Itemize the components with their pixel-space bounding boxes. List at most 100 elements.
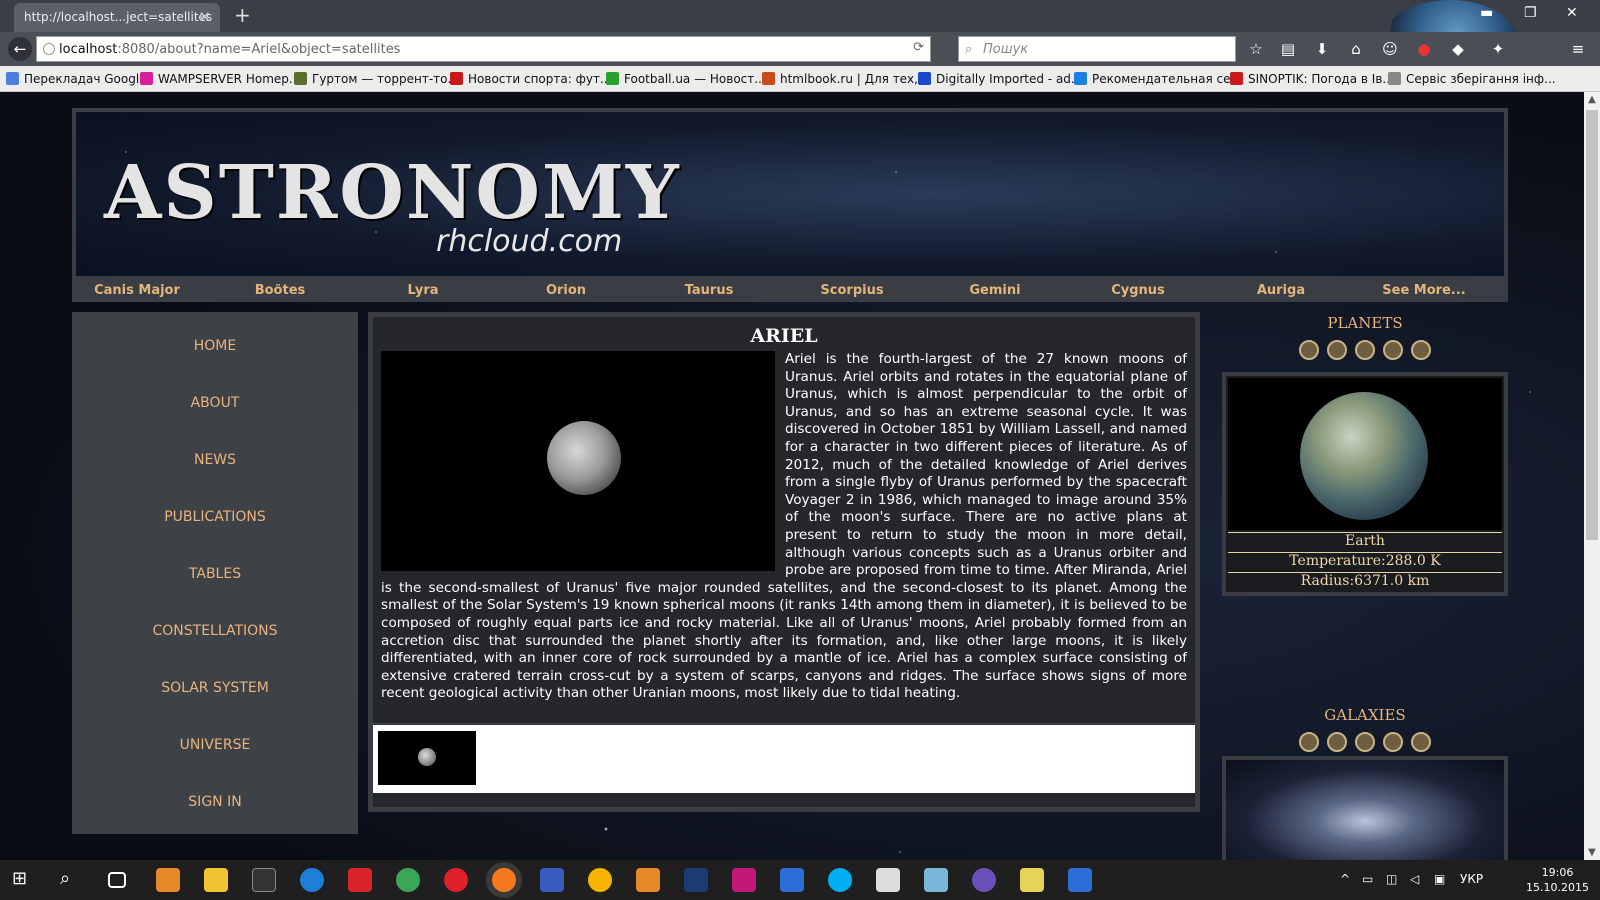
task-view-icon[interactable] [108,872,126,888]
bookmark-item[interactable]: Digitally Imported - ad... [918,72,1082,86]
chat-icon[interactable]: ☺ [1380,39,1400,59]
minimize-icon[interactable]: ▬ [1480,5,1493,21]
back-arrow-icon[interactable]: ← [8,37,32,61]
sidebar-item-publications[interactable]: PUBLICATIONS [72,509,358,525]
scroll-down-icon[interactable]: ▼ [1584,847,1600,858]
notifications-icon[interactable]: ▣ [1434,872,1445,886]
site-header: ASTRONOMY rhcloud.com [72,108,1508,280]
extension-icon[interactable]: ✦ [1488,39,1508,59]
constellation-link[interactable]: Gemini [930,283,1060,298]
bookmark-item[interactable]: Рекомендательная се... [1074,72,1242,86]
slider-dot[interactable] [1327,732,1347,752]
bookmark-item[interactable]: WAMPSERVER Homep... [140,72,300,86]
slider-dot[interactable] [1355,340,1375,360]
close-window-icon[interactable]: ✕ [1566,5,1578,21]
bookmark-item[interactable]: Перекладач Google [6,72,147,86]
ide-icon[interactable] [1068,868,1092,892]
skype-icon[interactable] [828,868,852,892]
maximize-icon[interactable]: ❐ [1524,5,1537,21]
menu-icon[interactable]: ≡ [1568,39,1588,59]
search-input[interactable]: ⌕ Пошук [958,36,1236,62]
slider-dot[interactable] [1299,340,1319,360]
slider-dot[interactable] [1383,732,1403,752]
sidebar-item-about[interactable]: ABOUT [72,395,358,411]
page-scrollbar[interactable]: ▲ ▼ [1584,92,1600,860]
bookmark-favicon-icon [606,72,619,85]
terminal-icon[interactable] [252,868,276,892]
bookmark-favicon-icon [762,72,775,85]
opera-icon[interactable] [444,868,468,892]
clock[interactable]: 19:06 15.10.2015 [1526,865,1589,895]
ide-icon[interactable] [780,868,804,892]
file-explorer-icon[interactable] [204,868,228,892]
site-info-icon[interactable] [43,43,55,55]
bookmark-item[interactable]: htmlbook.ru | Для тех,... [762,72,929,86]
slider-dot[interactable] [1411,732,1431,752]
constellation-link[interactable]: Taurus [644,283,774,298]
browser-nav-bar: ← localhost:8080/about?name=Ariel&object… [0,32,1600,66]
sidebar-item-universe[interactable]: UNIVERSE [72,737,358,753]
constellation-link[interactable]: Boötes [215,283,345,298]
save-app-icon[interactable] [540,868,564,892]
slider-dot[interactable] [1355,732,1375,752]
new-tab-button[interactable]: + [234,3,251,27]
see-more-link[interactable]: See More... [1359,283,1489,298]
vivaldi-icon[interactable] [348,868,372,892]
sidebar-item-news[interactable]: NEWS [72,452,358,468]
app-icon[interactable] [732,868,756,892]
download-icon[interactable]: ⬇ [1312,39,1332,59]
constellation-link[interactable]: Canis Major [72,283,202,298]
close-tab-icon[interactable]: ✕ [198,8,211,26]
sidebar-item-constellations[interactable]: CONSTELLATIONS [72,623,358,639]
bookmark-item[interactable]: SINOPTIK: Погода в Ів... [1230,72,1394,86]
start-icon[interactable]: ⊞ [12,868,36,892]
bookmark-item[interactable]: Новости спорта: фут... [450,72,611,86]
volume-icon[interactable]: ◁ [1410,872,1419,886]
firefox-icon[interactable] [492,868,516,892]
bookmark-item[interactable]: Гуртом — торрент-то... [294,72,459,86]
chrome-icon[interactable] [396,868,420,892]
browser-tab[interactable]: http://localhost...ject=satellites ✕ [14,3,220,32]
slider-dot[interactable] [1299,732,1319,752]
bookmark-item[interactable]: Сервіс зберігання інф... [1388,72,1556,86]
adblock-icon[interactable]: ● [1414,39,1434,59]
scroll-up-icon[interactable]: ▲ [1584,94,1600,105]
tray-arrow-icon[interactable]: ^ [1340,872,1350,886]
constellation-link[interactable]: Orion [501,283,631,298]
calculator-icon[interactable] [876,868,900,892]
thumbnail-image[interactable] [378,731,476,785]
photoshop-icon[interactable] [684,868,708,892]
search-taskbar-icon[interactable]: ⌕ [60,868,84,892]
constellation-link[interactable]: Scorpius [787,283,917,298]
scrollbar-thumb[interactable] [1586,110,1598,540]
app-icon[interactable] [1020,868,1044,892]
constellation-link[interactable]: Cygnus [1073,283,1203,298]
constellation-link[interactable]: Lyra [358,283,488,298]
slider-dot[interactable] [1411,340,1431,360]
network-icon[interactable]: ◫ [1386,872,1397,886]
app-icon[interactable] [636,868,660,892]
slider-dot[interactable] [1327,340,1347,360]
app-icon[interactable] [972,868,996,892]
address-bar[interactable]: localhost:8080/about?name=Ariel&object=s… [36,36,931,62]
language-indicator[interactable]: УКР [1460,872,1483,886]
battery-icon[interactable]: ▭ [1362,872,1373,886]
sidebar-item-solar-system[interactable]: SOLAR SYSTEM [72,680,358,696]
planet-radius: Radius:6371.0 km [1228,572,1502,589]
reading-list-icon[interactable]: ▤ [1278,39,1298,59]
media-player-icon[interactable] [156,868,180,892]
sidebar-item-sign-in[interactable]: SIGN IN [72,794,358,810]
bookmark-star-icon[interactable]: ☆ [1246,39,1266,59]
slider-dot[interactable] [1383,340,1403,360]
reload-icon[interactable]: ⟳ [913,40,924,55]
edge-icon[interactable] [300,868,324,892]
sidebar-item-home[interactable]: HOME [72,338,358,354]
constellation-link[interactable]: Auriga [1216,283,1346,298]
home-icon[interactable]: ⌂ [1346,39,1366,59]
bookmarks-bar: Перекладач Google WAMPSERVER Homep... Гу… [0,66,1600,92]
sidebar-item-tables[interactable]: TABLES [72,566,358,582]
app-icon[interactable] [588,868,612,892]
addon-icon[interactable]: ◆ [1448,39,1468,59]
app-icon[interactable] [924,868,948,892]
bookmark-item[interactable]: Football.ua — Новост... [606,72,766,86]
